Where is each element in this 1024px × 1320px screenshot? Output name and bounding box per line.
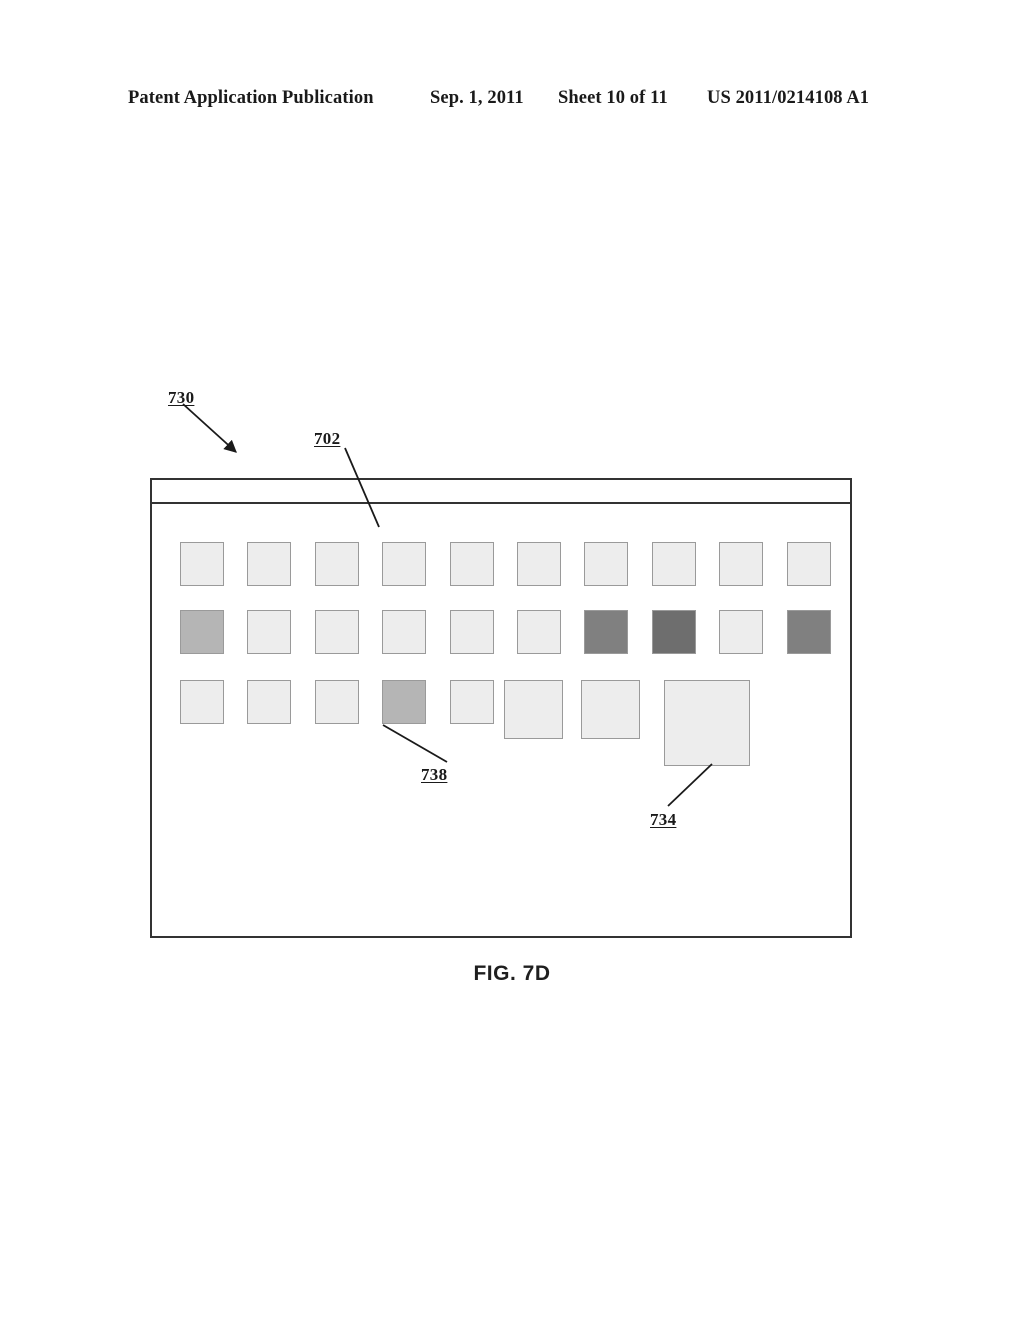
icon-tile-r1-c7[interactable]: [584, 542, 628, 586]
icon-tile-r1-c5[interactable]: [450, 542, 494, 586]
icon-tile-r1-c4[interactable]: [382, 542, 426, 586]
icon-tile-r2-c9[interactable]: [719, 610, 763, 654]
icon-tile-r2-c7[interactable]: [584, 610, 628, 654]
icon-tile-r2-c6[interactable]: [517, 610, 561, 654]
icon-tile-r1-c2[interactable]: [247, 542, 291, 586]
icon-tile-r3-c2[interactable]: [247, 680, 291, 724]
icon-tile-r2-c4[interactable]: [382, 610, 426, 654]
icon-tile-r1-c9[interactable]: [719, 542, 763, 586]
icon-tile-r3-c1[interactable]: [180, 680, 224, 724]
icon-tile-r2-c10[interactable]: [787, 610, 831, 654]
patent-figure: 730 702 738 734 FIG. 7D: [0, 0, 1024, 1320]
ref-numeral-730: 730: [168, 388, 195, 407]
icon-tile-r1-c3[interactable]: [315, 542, 359, 586]
icon-tile-r1-c10[interactable]: [787, 542, 831, 586]
icon-tile-r1-c6[interactable]: [517, 542, 561, 586]
ref-numeral-702: 702: [314, 429, 341, 448]
ref-numeral-734: 734: [650, 810, 677, 829]
icon-tile-r2-c2[interactable]: [247, 610, 291, 654]
ref-numeral-738: 738: [421, 765, 448, 784]
icon-tile-r3-c5[interactable]: [450, 680, 494, 724]
icon-tile-r2-c8[interactable]: [652, 610, 696, 654]
icon-tile-r3-c6[interactable]: [504, 680, 563, 739]
icon-tile-r1-c1[interactable]: [180, 542, 224, 586]
icon-tile-r1-c8[interactable]: [652, 542, 696, 586]
icon-tile-r3-c7[interactable]: [581, 680, 640, 739]
leader-730: [182, 403, 237, 453]
icon-tile-r3-c3[interactable]: [315, 680, 359, 724]
icon-tile-r2-c5[interactable]: [450, 610, 494, 654]
icon-tile-734[interactable]: [664, 680, 750, 766]
icon-tile-r2-c3[interactable]: [315, 610, 359, 654]
icon-tile-r2-c1[interactable]: [180, 610, 224, 654]
icon-grid: [152, 480, 854, 940]
figure-caption: FIG. 7D: [473, 962, 551, 985]
icon-tile-738[interactable]: [382, 680, 426, 724]
device-outline: [150, 478, 852, 938]
